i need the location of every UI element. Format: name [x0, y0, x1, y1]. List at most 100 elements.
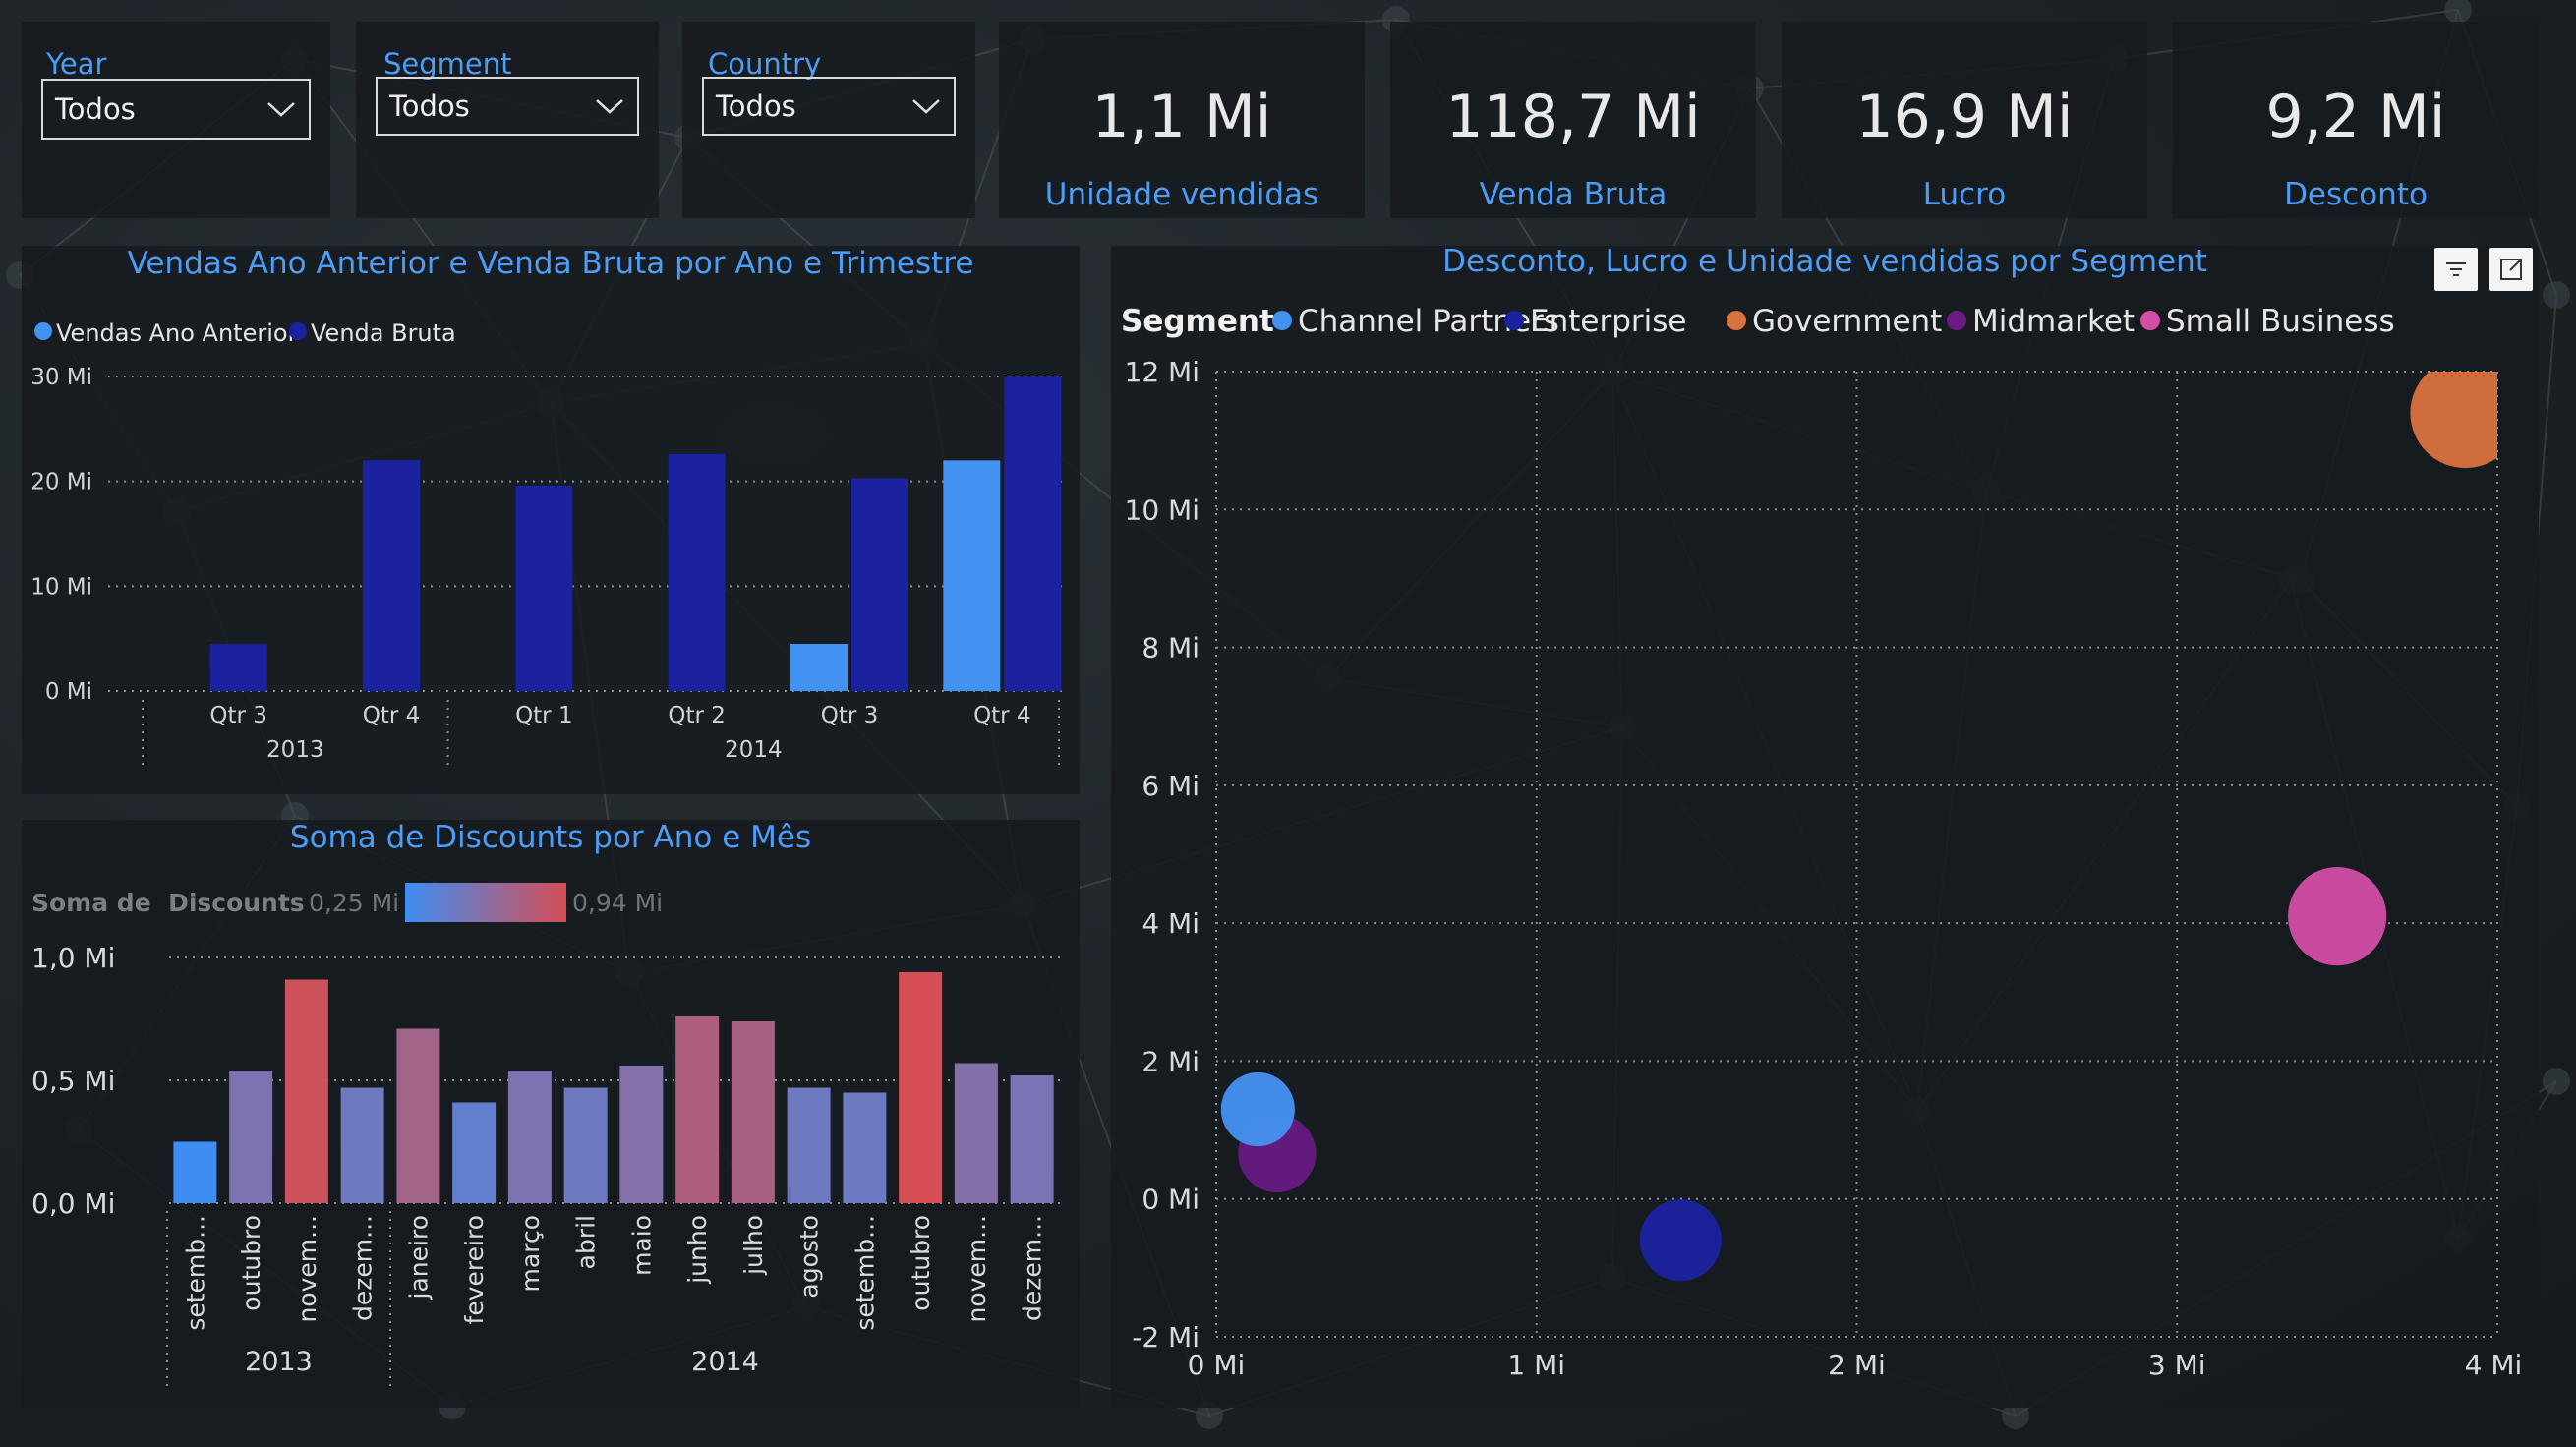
bubble-channel-partners[interactable]: [1220, 1071, 1295, 1147]
x-tick-label: 1 Mi: [1507, 1349, 1565, 1381]
x-tick-label: 2 Mi: [1828, 1349, 1886, 1381]
chart-vendas-trimestre: Vendas Ano Anterior e Venda Bruta por An…: [22, 246, 1080, 794]
x-tick-label: Qtr 4: [363, 703, 421, 728]
y-tick-label: 4 Mi: [1142, 907, 1200, 940]
dropdown-value: Todos: [389, 89, 470, 123]
x-tick-label: dezem...: [349, 1215, 378, 1321]
chevron-down-icon: [267, 102, 295, 117]
legend-marker-government: [1727, 311, 1746, 330]
bar-venda-bruta[interactable]: [668, 453, 726, 691]
network-node: [2444, 0, 2472, 24]
kpi-value: 9,2 Mi: [2265, 83, 2446, 151]
slicer-year: Year Todos: [22, 22, 330, 218]
bar-venda-bruta[interactable]: [209, 644, 267, 691]
legend-label-government: Government: [1752, 304, 1942, 339]
bar-discount[interactable]: [563, 1087, 608, 1204]
bar-venda-bruta[interactable]: [515, 485, 573, 691]
bar-discount[interactable]: [899, 972, 943, 1203]
bar-venda-bruta[interactable]: [363, 460, 420, 691]
legend-marker-venda-bruta: [289, 322, 307, 340]
bar-venda-bruta[interactable]: [851, 478, 908, 691]
kpi-value: 16,9 Mi: [1855, 83, 2074, 151]
legend-label-venda-bruta: Venda Bruta: [311, 319, 456, 347]
chart-discounts-mes: Soma de Discounts por Ano e Mês Soma de …: [22, 820, 1080, 1408]
legend-label-small-business: Small Business: [2166, 304, 2395, 339]
legend-label-midmarket: Midmarket: [1972, 304, 2135, 339]
bar-discount[interactable]: [507, 1071, 552, 1203]
kpi-label: Unidade vendidas: [1044, 177, 1319, 212]
bar-discount[interactable]: [173, 1141, 217, 1204]
bar-discount[interactable]: [229, 1071, 273, 1203]
legend-title: Segment: [1121, 304, 1274, 339]
y-tick-label: 30 Mi: [30, 365, 92, 390]
legend-marker-small-business: [2140, 311, 2160, 330]
bar-discount[interactable]: [452, 1102, 497, 1204]
bar-venda-bruta[interactable]: [1004, 376, 1062, 691]
y-tick-label: 0 Mi: [45, 679, 92, 705]
bubble-government[interactable]: [2410, 358, 2520, 469]
country-dropdown[interactable]: Todos: [702, 77, 956, 136]
x-tick-label: setemb...: [850, 1215, 879, 1331]
y-tick-label: 12 Mi: [1125, 356, 1200, 388]
bar-discount[interactable]: [787, 1087, 831, 1204]
bubble-small-business[interactable]: [2288, 867, 2387, 966]
legend-label-vendas-ano-anterior: Vendas Ano Anterior: [56, 319, 298, 347]
y-tick-label: 2 Mi: [1142, 1045, 1200, 1077]
slicer-segment: Segment Todos: [356, 22, 659, 218]
legend-marker-channel-partners: [1272, 311, 1292, 330]
slicer-country: Country Todos: [682, 22, 975, 218]
year-dropdown[interactable]: Todos: [41, 79, 311, 140]
bar-discount[interactable]: [731, 1021, 775, 1203]
dropdown-value: Todos: [716, 89, 796, 123]
x-group-label: 2014: [691, 1347, 759, 1377]
x-group-label: 2014: [725, 737, 783, 763]
bar-vendas-ano-anterior[interactable]: [790, 644, 848, 691]
network-node: [2543, 1068, 2570, 1095]
legend-marker-enterprise: [1504, 311, 1524, 330]
kpi-card-venda-bruta: 118,7 Mi Venda Bruta: [1390, 22, 1756, 218]
kpi-card-units: 1,1 Mi Unidade vendidas: [999, 22, 1365, 218]
legend-max-label: 0,94 Mi: [572, 889, 663, 917]
x-tick-label: Qtr 3: [209, 703, 267, 728]
column-chart: Vendas Ano Anterior Venda Bruta 0 Mi 10 M…: [30, 319, 1064, 769]
x-tick-label: agosto: [795, 1215, 824, 1299]
bar-discount[interactable]: [954, 1063, 998, 1204]
bar-discount[interactable]: [284, 979, 328, 1204]
x-tick-label: Qtr 3: [821, 703, 879, 728]
x-tick-label: Qtr 1: [515, 703, 573, 728]
y-tick-label: 0,5 Mi: [31, 1065, 115, 1097]
slicer-title: Country: [708, 47, 822, 81]
legend-min-label: 0,25 Mi: [309, 889, 399, 917]
legend-gradient: [405, 883, 566, 922]
slicer-title: Segment: [383, 47, 512, 81]
bubble-enterprise[interactable]: [1639, 1199, 1722, 1282]
kpi-label: Desconto: [2284, 177, 2428, 212]
x-tick-label: outubro: [237, 1215, 265, 1311]
bar-discount[interactable]: [340, 1087, 384, 1204]
y-tick-label: 1,0 Mi: [31, 942, 115, 974]
x-tick-label: abril: [572, 1215, 601, 1269]
bar-discount[interactable]: [619, 1066, 664, 1203]
chevron-down-icon: [912, 99, 940, 114]
x-tick-label: fevereiro: [460, 1215, 489, 1324]
segment-dropdown[interactable]: Todos: [376, 77, 639, 136]
dropdown-value: Todos: [55, 92, 136, 126]
bar-discount[interactable]: [675, 1016, 720, 1203]
kpi-card-desconto: 9,2 Mi Desconto: [2173, 22, 2539, 218]
y-tick-label: 10 Mi: [30, 574, 92, 600]
kpi-value: 118,7 Mi: [1445, 83, 1701, 151]
x-tick-label: março: [516, 1215, 545, 1292]
scatter-chart: Segment Channel PartnersEnterprise Govern…: [1121, 304, 2522, 1381]
x-tick-label: junho: [683, 1215, 712, 1285]
kpi-label: Lucro: [1922, 177, 2007, 212]
bar-vendas-ano-anterior[interactable]: [943, 460, 1001, 691]
bar-discount[interactable]: [1010, 1075, 1054, 1203]
x-tick-label: setemb...: [181, 1215, 209, 1331]
legend-marker-midmarket: [1947, 311, 1966, 330]
slicer-title: Year: [46, 47, 107, 81]
x-tick-label: Qtr 2: [668, 703, 726, 728]
network-node: [2543, 281, 2570, 309]
bar-discount[interactable]: [396, 1028, 440, 1204]
x-tick-label: 0 Mi: [1188, 1349, 1246, 1381]
bar-discount[interactable]: [843, 1092, 887, 1204]
